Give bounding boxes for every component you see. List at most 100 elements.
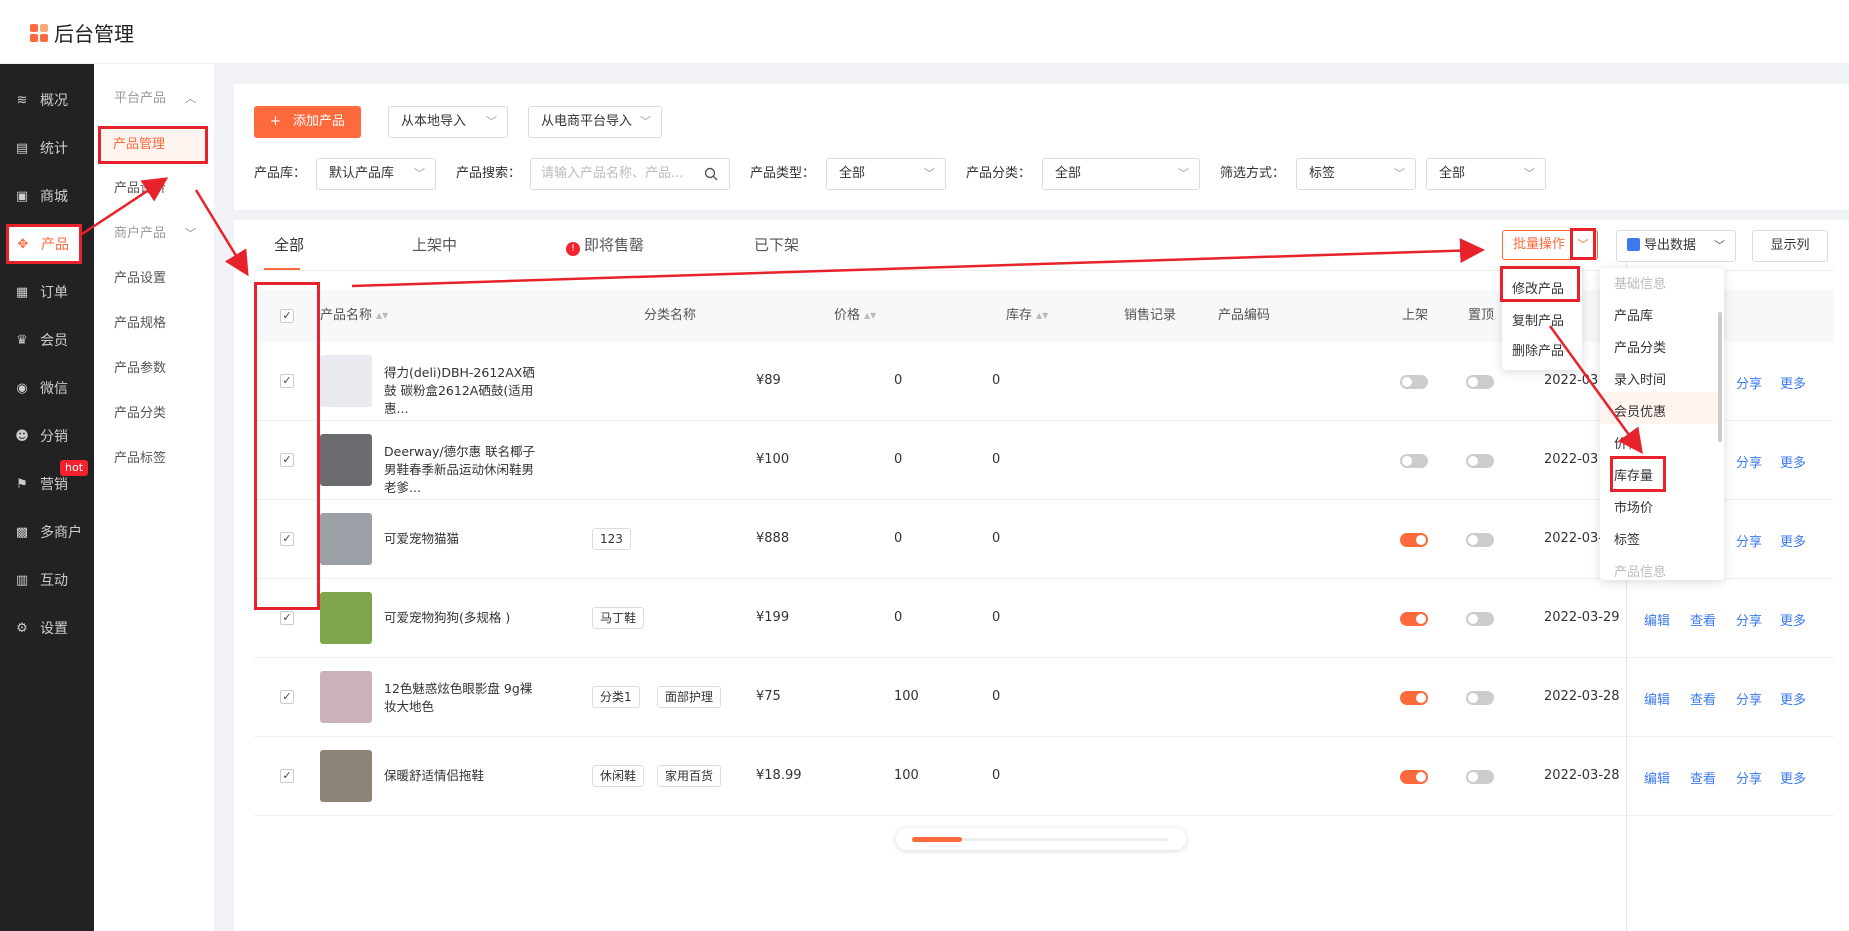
sidebar-item-4[interactable]: ▦ 订单 bbox=[0, 272, 94, 312]
subnav-item-8[interactable]: 产品标签 bbox=[94, 442, 214, 476]
field-option[interactable]: 市场价 bbox=[1614, 497, 1653, 516]
subnav-item-2[interactable]: 产品评价 bbox=[94, 172, 214, 206]
filter-method-select[interactable]: 标签 ﹀ bbox=[1296, 158, 1416, 190]
add-product-button[interactable]: + 添加产品 bbox=[254, 106, 361, 138]
app-logo[interactable]: 后台管理 bbox=[30, 18, 134, 47]
layers-icon: ≋ bbox=[16, 92, 28, 108]
sidebar-item-3[interactable]: ✥ 产品 bbox=[6, 224, 82, 264]
panel-scrollbar[interactable] bbox=[1718, 312, 1722, 442]
field-option[interactable]: 产品库 bbox=[1614, 305, 1653, 324]
on-sale-toggle[interactable] bbox=[1400, 375, 1428, 389]
sidebar-item-9[interactable]: ▩ 多商户 bbox=[0, 512, 94, 552]
product-name[interactable]: Deerway/德尔惠 联名椰子男鞋春季新品运动休闲鞋男老爹... bbox=[384, 443, 544, 497]
field-option[interactable]: 录入时间 bbox=[1614, 369, 1666, 388]
product-thumbnail[interactable] bbox=[320, 355, 372, 407]
row-action-3[interactable]: 更多 bbox=[1780, 531, 1806, 550]
batch-dropdown-toggle[interactable]: ﹀ bbox=[1570, 228, 1596, 260]
batch-menu-delete[interactable]: 删除产品 bbox=[1512, 340, 1564, 359]
product-thumbnail[interactable] bbox=[320, 750, 372, 802]
row-action-0[interactable]: 编辑 bbox=[1644, 610, 1670, 629]
pin-top-toggle[interactable] bbox=[1466, 770, 1494, 784]
row-action-1[interactable]: 查看 bbox=[1690, 610, 1716, 629]
row-action-2[interactable]: 分享 bbox=[1736, 610, 1762, 629]
field-option[interactable]: 会员优惠 bbox=[1614, 401, 1666, 420]
import-local-button[interactable]: 从本地导入 ﹀ bbox=[388, 106, 508, 138]
type-select[interactable]: 全部 ﹀ bbox=[826, 158, 946, 190]
field-option[interactable]: 产品分类 bbox=[1614, 337, 1666, 356]
subnav-item-1[interactable]: 产品管理 bbox=[98, 126, 208, 164]
sidebar-item-7[interactable]: ☻ 分销 bbox=[0, 416, 94, 456]
batch-menu-copy[interactable]: 复制产品 bbox=[1512, 310, 1564, 329]
row-action-3[interactable]: 更多 bbox=[1780, 373, 1806, 392]
scroll-thumb[interactable] bbox=[912, 837, 962, 842]
tab-on-sale[interactable]: 上架中 bbox=[412, 220, 457, 270]
row-action-0[interactable]: 编辑 bbox=[1644, 768, 1670, 787]
row-checkbox[interactable]: ✓ bbox=[280, 611, 294, 625]
pin-top-toggle[interactable] bbox=[1466, 612, 1494, 626]
row-action-2[interactable]: 分享 bbox=[1736, 373, 1762, 392]
category-select[interactable]: 全部 ﹀ bbox=[1042, 158, 1200, 190]
pin-top-toggle[interactable] bbox=[1466, 691, 1494, 705]
product-thumbnail[interactable] bbox=[320, 592, 372, 644]
col-stock[interactable]: 库存 ▲▼ bbox=[1006, 290, 1048, 342]
col-price[interactable]: 价格 ▲▼ bbox=[834, 290, 876, 342]
product-name[interactable]: 可爱宠物狗狗(多规格 ) bbox=[384, 609, 544, 627]
pin-top-toggle[interactable] bbox=[1466, 454, 1494, 468]
on-sale-toggle[interactable] bbox=[1400, 454, 1428, 468]
row-action-2[interactable]: 分享 bbox=[1736, 689, 1762, 708]
on-sale-toggle[interactable] bbox=[1400, 691, 1428, 705]
sidebar-item-10[interactable]: ▥ 互动 bbox=[0, 560, 94, 600]
sidebar-item-2[interactable]: ▣ 商城 bbox=[0, 176, 94, 216]
export-data-button[interactable]: 导出数据 ﹀ bbox=[1616, 230, 1736, 262]
product-name[interactable]: 12色魅惑炫色眼影盘 9g裸妆大地色 bbox=[384, 680, 544, 716]
row-checkbox[interactable]: ✓ bbox=[280, 769, 294, 783]
subnav-item-3[interactable]: 商户产品 ﹀ bbox=[94, 217, 214, 251]
row-action-2[interactable]: 分享 bbox=[1736, 452, 1762, 471]
pin-top-toggle[interactable] bbox=[1466, 533, 1494, 547]
subnav-item-4[interactable]: 产品设置 bbox=[94, 262, 214, 296]
on-sale-toggle[interactable] bbox=[1400, 770, 1428, 784]
pin-top-toggle[interactable] bbox=[1466, 375, 1494, 389]
tab-low-stock[interactable]: ! 即将售罄 bbox=[566, 220, 644, 270]
col-name[interactable]: 产品名称 ▲▼ bbox=[320, 290, 388, 342]
sidebar-item-5[interactable]: ♛ 会员 bbox=[0, 320, 94, 360]
row-action-3[interactable]: 更多 bbox=[1780, 689, 1806, 708]
filter-tag-select[interactable]: 全部 ﹀ bbox=[1426, 158, 1546, 190]
subnav-item-5[interactable]: 产品规格 bbox=[94, 307, 214, 341]
sidebar-item-6[interactable]: ◉ 微信 bbox=[0, 368, 94, 408]
field-option[interactable]: 标签 bbox=[1614, 529, 1640, 548]
sidebar-item-11[interactable]: ⚙ 设置 bbox=[0, 608, 94, 648]
product-name[interactable]: 可爱宠物猫猫 bbox=[384, 530, 544, 548]
library-select[interactable]: 默认产品库 ﹀ bbox=[316, 158, 436, 190]
subnav-item-6[interactable]: 产品参数 bbox=[94, 352, 214, 386]
product-thumbnail[interactable] bbox=[320, 513, 372, 565]
row-action-2[interactable]: 分享 bbox=[1736, 531, 1762, 550]
row-action-0[interactable]: 编辑 bbox=[1644, 689, 1670, 708]
subnav-item-0[interactable]: 平台产品 ︿ bbox=[94, 82, 214, 116]
field-option[interactable]: 价格 bbox=[1614, 433, 1640, 452]
product-thumbnail[interactable] bbox=[320, 671, 372, 723]
horizontal-scrollbar[interactable] bbox=[896, 828, 1186, 850]
row-action-3[interactable]: 更多 bbox=[1780, 452, 1806, 471]
row-action-3[interactable]: 更多 bbox=[1780, 768, 1806, 787]
row-action-1[interactable]: 查看 bbox=[1690, 689, 1716, 708]
on-sale-toggle[interactable] bbox=[1400, 533, 1428, 547]
sidebar-item-1[interactable]: ▤ 统计 bbox=[0, 128, 94, 168]
product-price: ¥199 bbox=[756, 610, 790, 625]
sidebar-item-0[interactable]: ≋ 概况 bbox=[0, 80, 94, 120]
row-action-2[interactable]: 分享 bbox=[1736, 768, 1762, 787]
row-action-3[interactable]: 更多 bbox=[1780, 610, 1806, 629]
product-name[interactable]: 得力(deli)DBH-2612AX硒鼓 碳粉盒2612A硒鼓(适用惠... bbox=[384, 364, 544, 418]
subnav-item-7[interactable]: 产品分类 bbox=[94, 397, 214, 431]
search-icon[interactable] bbox=[704, 167, 718, 181]
on-sale-toggle[interactable] bbox=[1400, 612, 1428, 626]
display-columns-button[interactable]: 显示列 bbox=[1752, 230, 1828, 262]
row-action-1[interactable]: 查看 bbox=[1690, 768, 1716, 787]
row-checkbox[interactable]: ✓ bbox=[280, 690, 294, 704]
tab-off-shelf[interactable]: 已下架 bbox=[754, 220, 799, 270]
search-input[interactable]: 请输入产品名称、产品... bbox=[530, 158, 730, 190]
product-thumbnail[interactable] bbox=[320, 434, 372, 486]
tab-all[interactable]: 全部 bbox=[274, 220, 304, 270]
product-name[interactable]: 保暖舒适情侣拖鞋 bbox=[384, 767, 544, 785]
import-platform-button[interactable]: 从电商平台导入 ﹀ bbox=[528, 106, 662, 138]
